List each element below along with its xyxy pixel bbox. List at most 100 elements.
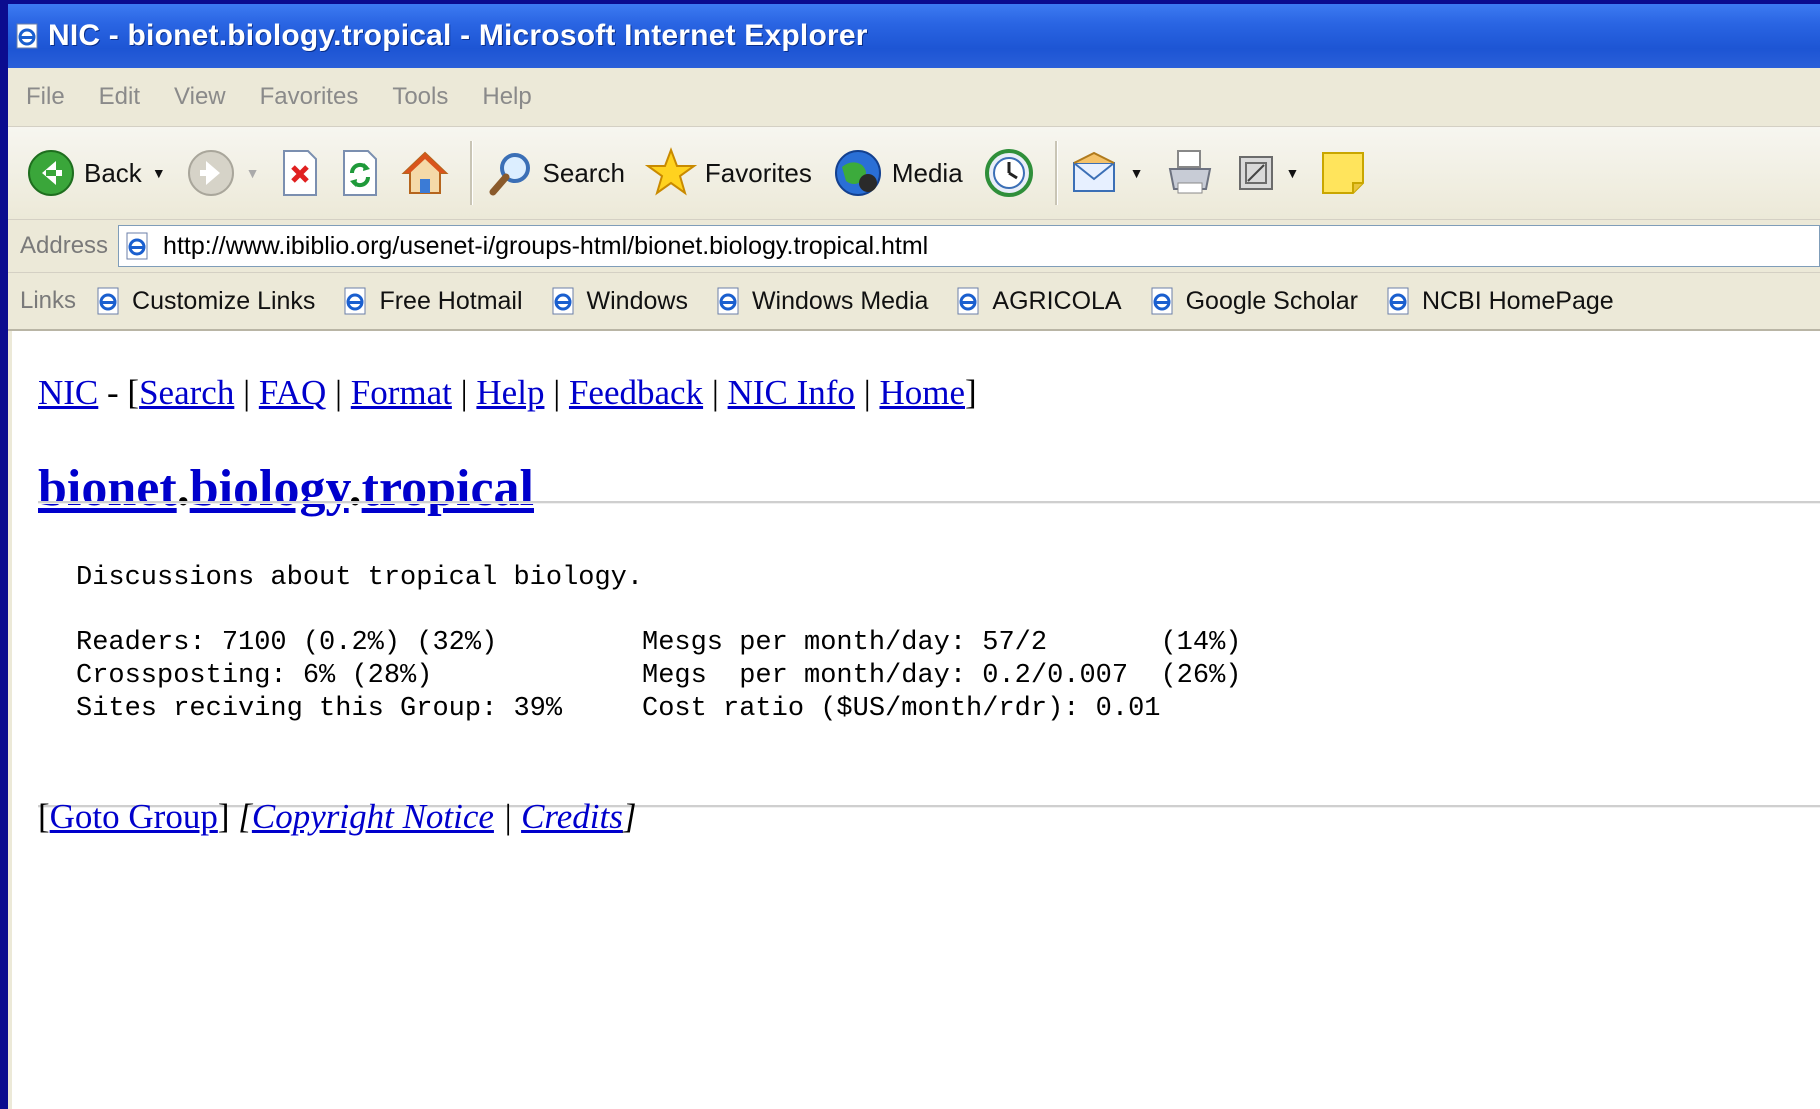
nav-separator: |	[544, 373, 569, 412]
edit-dropdown-icon[interactable]: ▼	[1286, 165, 1300, 181]
nav-separator: |	[703, 373, 728, 412]
nav-separator: |	[451, 373, 477, 412]
menu-tools[interactable]: Tools	[392, 83, 448, 111]
address-input[interactable]	[161, 230, 1566, 262]
print-button[interactable]	[1164, 147, 1216, 199]
group-part-bionet-link[interactable]: bionet	[38, 460, 177, 517]
forward-button[interactable]: ▼	[186, 148, 260, 198]
address-box[interactable]	[118, 225, 1820, 267]
link-label: Google Scholar	[1185, 286, 1358, 315]
copyright-notice-link[interactable]: Copyright Notice	[252, 797, 494, 836]
printer-icon	[1164, 147, 1216, 199]
link-label: AGRICOLA	[992, 286, 1122, 315]
nav-separator: |	[326, 373, 351, 412]
menu-view[interactable]: View	[174, 83, 226, 111]
mail-dropdown-icon[interactable]: ▼	[1130, 165, 1144, 181]
forward-dropdown-icon[interactable]: ▼	[246, 165, 260, 181]
link-windows[interactable]: Windows	[549, 286, 688, 316]
stat-crossposting: Crossposting: 6% (28%)	[76, 661, 433, 691]
group-part-tropical-link[interactable]: tropical	[362, 460, 534, 517]
nav-open: - [	[98, 373, 140, 412]
stat-readers: Readers: 7100 (0.2%) (32%)	[76, 628, 498, 658]
edit-button[interactable]: ▼	[1236, 153, 1300, 193]
page-icon	[94, 286, 124, 316]
menu-bar: File Edit View Favorites Tools Help	[8, 68, 1820, 127]
links-bar: Links Customize Links Free Hotmail Windo…	[8, 273, 1820, 331]
media-button[interactable]: Media	[832, 147, 963, 199]
browser-window: NIC - bionet.biology.tropical - Microsof…	[8, 4, 1820, 1109]
back-dropdown-icon[interactable]: ▼	[152, 165, 166, 181]
stats-right: Mesgs per month/day: 57/2 (14%) Megs per …	[642, 627, 1242, 726]
link-label: Windows	[586, 286, 688, 315]
group-description: Discussions about tropical biology.	[76, 563, 644, 593]
menu-edit[interactable]: Edit	[99, 83, 140, 111]
link-label: Customize Links	[132, 286, 316, 315]
refresh-button[interactable]	[340, 149, 380, 197]
menu-help[interactable]: Help	[482, 83, 531, 111]
nav-help-link[interactable]: Help	[476, 373, 544, 412]
media-label: Media	[891, 157, 963, 188]
goto-group-link[interactable]: Goto Group	[50, 797, 218, 836]
page-icon	[1384, 286, 1414, 316]
nav-nic-info-link[interactable]: NIC Info	[728, 373, 855, 412]
page-content: NIC - [Search | FAQ | Format | Help | Fe…	[12, 331, 1820, 1109]
nav-home-link[interactable]: Home	[879, 373, 965, 412]
nav-separator: |	[854, 373, 880, 412]
footer-links: [Goto Group] [Copyright Notice | Credits…	[38, 797, 636, 837]
history-clock-icon	[983, 147, 1035, 199]
link-windows-media[interactable]: Windows Media	[714, 286, 928, 316]
link-agricola[interactable]: AGRICOLA	[954, 286, 1122, 316]
edit-page-icon	[1236, 153, 1276, 193]
nav-format-link[interactable]: Format	[351, 373, 452, 412]
link-label: Windows Media	[751, 286, 929, 315]
standard-toolbar: Back ▼ ▼ Search Favorites Media ▼ ▼	[8, 127, 1820, 220]
refresh-icon	[340, 149, 380, 197]
media-globe-icon	[832, 147, 884, 199]
link-ncbi-homepage[interactable]: NCBI HomePage	[1384, 286, 1614, 316]
address-label: Address	[20, 232, 109, 259]
toolbar-separator	[1054, 141, 1058, 205]
notes-button[interactable]	[1319, 149, 1367, 197]
search-icon	[485, 148, 535, 198]
address-bar: Address	[8, 220, 1820, 273]
nav-separator: |	[234, 373, 259, 412]
nav-faq-link[interactable]: FAQ	[259, 373, 326, 412]
footer-bracket: [	[38, 797, 50, 836]
stop-icon	[280, 149, 320, 197]
link-google-scholar[interactable]: Google Scholar	[1148, 286, 1358, 316]
history-button[interactable]	[983, 147, 1035, 199]
forward-arrow-icon	[186, 148, 236, 198]
link-label: Free Hotmail	[379, 286, 523, 315]
favorites-star-icon	[644, 147, 697, 199]
nav-search-link[interactable]: Search	[139, 373, 234, 412]
nav-feedback-link[interactable]: Feedback	[569, 373, 703, 412]
link-free-hotmail[interactable]: Free Hotmail	[341, 286, 523, 316]
menu-file[interactable]: File	[26, 83, 65, 111]
link-customize-links[interactable]: Customize Links	[94, 286, 315, 316]
nav-close: ]	[965, 373, 977, 412]
mail-button[interactable]: ▼	[1070, 149, 1144, 197]
sticky-note-icon	[1319, 149, 1367, 197]
footer-italic-group: [Copyright Notice | Credits]	[238, 797, 637, 836]
back-label: Back	[84, 157, 142, 188]
home-icon	[400, 149, 450, 197]
back-arrow-icon	[26, 148, 76, 198]
links-label: Links	[20, 287, 77, 314]
credits-link[interactable]: Credits	[521, 797, 623, 836]
title-bar[interactable]: NIC - bionet.biology.tropical - Microsof…	[8, 4, 1820, 68]
ie-page-icon	[14, 22, 42, 50]
group-dot: .	[348, 460, 362, 517]
home-button[interactable]	[400, 149, 450, 197]
mail-icon	[1070, 149, 1120, 197]
footer-bracket: ]	[217, 797, 239, 836]
stop-button[interactable]	[280, 149, 320, 197]
nic-home-link[interactable]: NIC	[38, 373, 98, 412]
back-button[interactable]: Back ▼	[26, 148, 166, 198]
newsgroup-title: bionet.biology.tropical	[38, 459, 534, 518]
stat-sites: Sites reciving this Group: 39%	[76, 694, 563, 724]
search-button[interactable]: Search	[485, 148, 625, 198]
group-part-biology-link[interactable]: biology	[190, 460, 349, 517]
favorites-button[interactable]: Favorites	[644, 147, 812, 199]
window-title: NIC - bionet.biology.tropical - Microsof…	[48, 19, 868, 52]
menu-favorites[interactable]: Favorites	[260, 83, 359, 111]
